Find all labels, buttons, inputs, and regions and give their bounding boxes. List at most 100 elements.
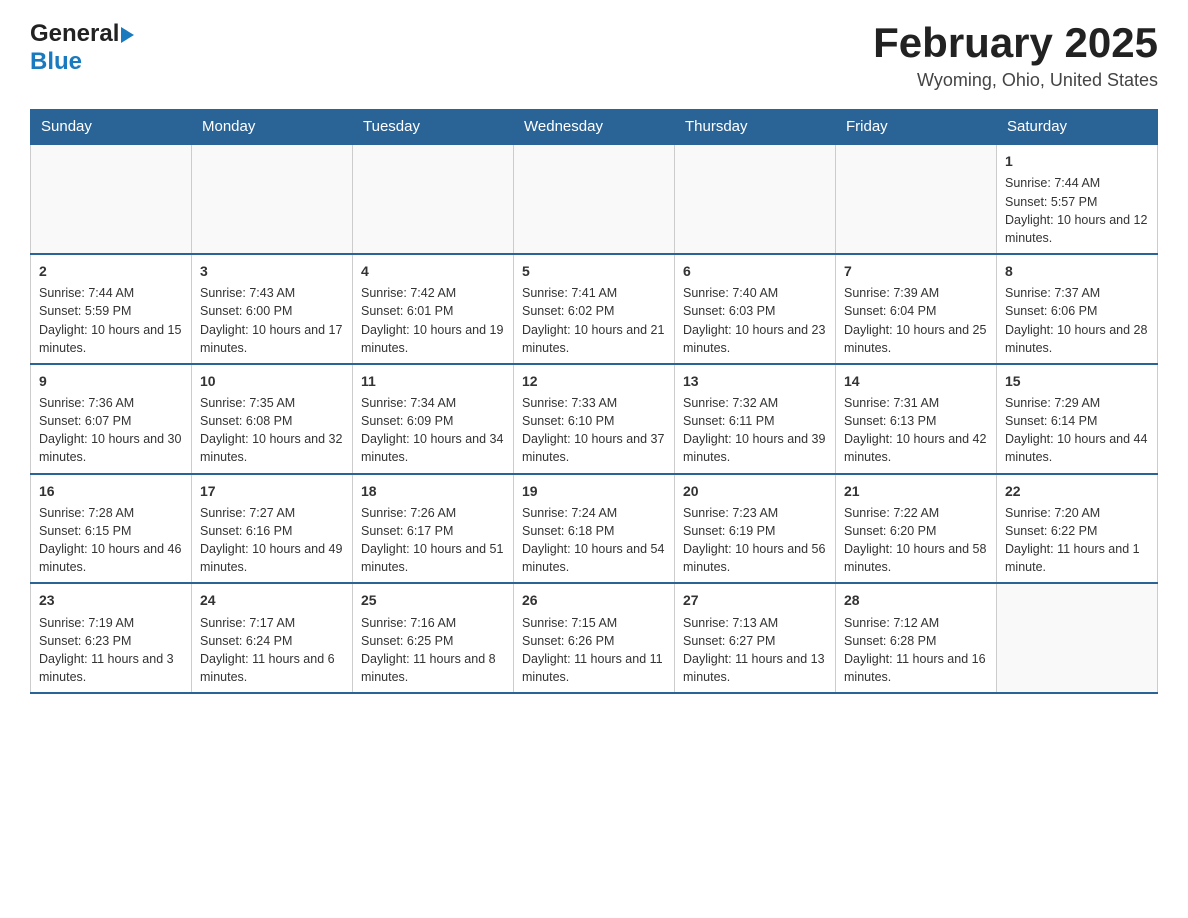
day-number: 11 — [361, 371, 505, 391]
calendar-day-cell: 9Sunrise: 7:36 AMSunset: 6:07 PMDaylight… — [31, 364, 192, 474]
sunset-text: Sunset: 6:02 PM — [522, 304, 614, 318]
calendar-header-row: SundayMondayTuesdayWednesdayThursdayFrid… — [31, 110, 1158, 145]
daylight-text: Daylight: 10 hours and 39 minutes. — [683, 432, 825, 464]
sunrise-text: Sunrise: 7:32 AM — [683, 396, 778, 410]
calendar-week-row: 9 Sunrise: 7:36 AM Sunset: 6:07 PM Daylight… — [31, 364, 1158, 474]
sunrise-text: Sunrise: 7:44 AM — [1005, 176, 1100, 190]
sunset-text: Sunset: 6:23 PM — [39, 634, 131, 648]
calendar-day-cell — [836, 144, 997, 254]
day-number: 6 — [683, 261, 827, 281]
sunset-text: Sunset: 6:14 PM — [1005, 414, 1097, 428]
sunset-text: Sunset: 6:18 PM — [522, 524, 614, 538]
daylight-text: Daylight: 11 hours and 11 minutes. — [522, 652, 663, 684]
page-header: General Blue February 2025 Wyoming, Ohio… — [30, 20, 1158, 91]
calendar-day-cell: 3Sunrise: 7:43 AMSunset: 6:00 PMDaylight… — [192, 254, 353, 364]
sunrise-text: Sunrise: 7:20 AM — [1005, 506, 1100, 520]
day-number: 18 — [361, 481, 505, 501]
sunrise-text: Sunrise: 7:33 AM — [522, 396, 617, 410]
calendar-day-cell: 4Sunrise: 7:42 AMSunset: 6:01 PMDaylight… — [353, 254, 514, 364]
sunrise-text: Sunrise: 7:35 AM — [200, 396, 295, 410]
sunrise-text: Sunrise: 7:23 AM — [683, 506, 778, 520]
sunset-text: Sunset: 6:19 PM — [683, 524, 775, 538]
calendar-day-cell — [675, 144, 836, 254]
logo: General Blue — [30, 20, 134, 76]
sunrise-text: Sunrise: 7:29 AM — [1005, 396, 1100, 410]
day-number: 16 — [39, 481, 183, 501]
daylight-text: Daylight: 10 hours and 46 minutes. — [39, 542, 181, 574]
daylight-text: Daylight: 10 hours and 54 minutes. — [522, 542, 664, 574]
calendar-week-row: 2Sunrise: 7:44 AMSunset: 5:59 PMDaylight… — [31, 254, 1158, 364]
day-number: 4 — [361, 261, 505, 281]
day-number: 23 — [39, 590, 183, 610]
sunset-text: Sunset: 6:09 PM — [361, 414, 453, 428]
daylight-text: Daylight: 10 hours and 12 minutes. — [1005, 213, 1147, 245]
sunrise-text: Sunrise: 7:31 AM — [844, 396, 939, 410]
daylight-text: Daylight: 10 hours and 23 minutes. — [683, 323, 825, 355]
sunrise-text: Sunrise: 7:19 AM — [39, 616, 134, 630]
calendar-day-cell: 12Sunrise: 7:33 AMSunset: 6:10 PMDayligh… — [514, 364, 675, 474]
day-header-friday: Friday — [836, 110, 997, 145]
daylight-text: Daylight: 10 hours and 15 minutes. — [39, 323, 181, 355]
calendar-day-cell — [514, 144, 675, 254]
calendar-day-cell: 26Sunrise: 7:15 AMSunset: 6:26 PMDayligh… — [514, 583, 675, 693]
day-number: 5 — [522, 261, 666, 281]
day-number: 2 — [39, 261, 183, 281]
day-number: 13 — [683, 371, 827, 391]
sunset-text: Sunset: 6:27 PM — [683, 634, 775, 648]
calendar-week-row: 1Sunrise: 7:44 AMSunset: 5:57 PMDaylight… — [31, 144, 1158, 254]
calendar-day-cell: 17Sunrise: 7:27 AMSunset: 6:16 PMDayligh… — [192, 474, 353, 584]
calendar-day-cell: 5Sunrise: 7:41 AMSunset: 6:02 PMDaylight… — [514, 254, 675, 364]
day-number: 7 — [844, 261, 988, 281]
sunset-text: Sunset: 6:04 PM — [844, 304, 936, 318]
sunrise-text: Sunrise: 7:27 AM — [200, 506, 295, 520]
calendar-day-cell: 25Sunrise: 7:16 AMSunset: 6:25 PMDayligh… — [353, 583, 514, 693]
day-number: 24 — [200, 590, 344, 610]
sunset-text: Sunset: 6:07 PM — [39, 414, 131, 428]
sunset-text: Sunset: 5:59 PM — [39, 304, 131, 318]
day-header-thursday: Thursday — [675, 110, 836, 145]
calendar-day-cell: 2Sunrise: 7:44 AMSunset: 5:59 PMDaylight… — [31, 254, 192, 364]
calendar-day-cell: 7 Sunrise: 7:39 AM Sunset: 6:04 PM Daylight… — [836, 254, 997, 364]
title-block: February 2025 Wyoming, Ohio, United Stat… — [873, 20, 1158, 91]
sunrise-text: Sunrise: 7:28 AM — [39, 506, 134, 520]
daylight-text: Daylight: 10 hours and 21 minutes. — [522, 323, 664, 355]
sunrise-text: Sunrise: 7:15 AM — [522, 616, 617, 630]
sunrise-text: Sunrise: 7:39 AM — [844, 286, 939, 300]
day-number: 20 — [683, 481, 827, 501]
calendar-day-cell — [31, 144, 192, 254]
day-number: 15 — [1005, 371, 1149, 391]
daylight-text: Daylight: 11 hours and 1 minute. — [1005, 542, 1140, 574]
daylight-text: Daylight: 10 hours and 17 minutes. — [200, 323, 342, 355]
day-header-sunday: Sunday — [31, 110, 192, 145]
sunrise-text: Sunrise: 7:26 AM — [361, 506, 456, 520]
logo-blue-text: Blue — [30, 48, 82, 75]
day-number: 25 — [361, 590, 505, 610]
day-number: 28 — [844, 590, 988, 610]
daylight-text: Daylight: 10 hours and 25 minutes. — [844, 323, 986, 355]
logo-arrow-icon — [121, 27, 134, 43]
day-header-monday: Monday — [192, 110, 353, 145]
daylight-text: Daylight: 10 hours and 28 minutes. — [1005, 323, 1147, 355]
calendar-day-cell: 28Sunrise: 7:12 AMSunset: 6:28 PMDayligh… — [836, 583, 997, 693]
sunset-text: Sunset: 6:20 PM — [844, 524, 936, 538]
daylight-text: Daylight: 10 hours and 37 minutes. — [522, 432, 664, 464]
sunrise-text: Sunrise: 7:36 AM — [39, 396, 134, 410]
sunset-text: Sunset: 6:13 PM — [844, 414, 936, 428]
sunrise-text: Sunrise: 7:37 AM — [1005, 286, 1100, 300]
calendar-day-cell: 1Sunrise: 7:44 AMSunset: 5:57 PMDaylight… — [997, 144, 1158, 254]
day-number: 9 — [39, 371, 183, 391]
sunset-text: Sunset: 6:06 PM — [1005, 304, 1097, 318]
sunrise-text: Sunrise: 7:22 AM — [844, 506, 939, 520]
daylight-text: Daylight: 10 hours and 19 minutes. — [361, 323, 503, 355]
day-header-wednesday: Wednesday — [514, 110, 675, 145]
calendar-week-row: 16Sunrise: 7:28 AMSunset: 6:15 PMDayligh… — [31, 474, 1158, 584]
sunset-text: Sunset: 6:01 PM — [361, 304, 453, 318]
day-number: 17 — [200, 481, 344, 501]
sunset-text: Sunset: 6:25 PM — [361, 634, 453, 648]
calendar-day-cell: 13Sunrise: 7:32 AMSunset: 6:11 PMDayligh… — [675, 364, 836, 474]
day-number: 10 — [200, 371, 344, 391]
sunset-text: Sunset: 5:57 PM — [1005, 195, 1097, 209]
day-number: 14 — [844, 371, 988, 391]
sunset-text: Sunset: 6:26 PM — [522, 634, 614, 648]
daylight-text: Daylight: 10 hours and 58 minutes. — [844, 542, 986, 574]
